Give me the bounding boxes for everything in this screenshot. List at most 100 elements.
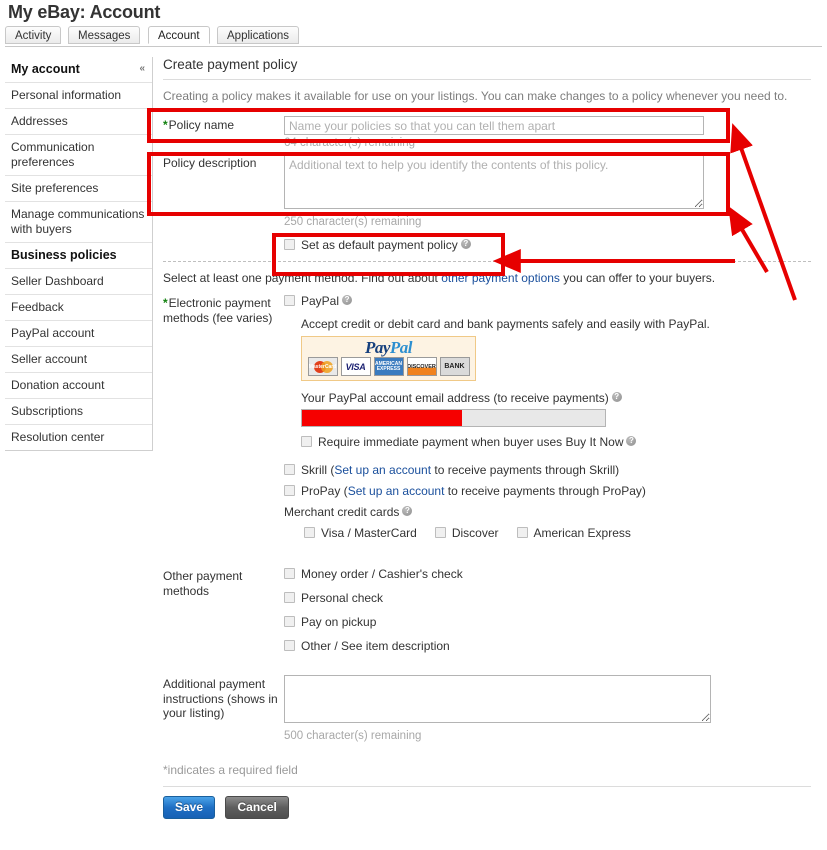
- sidebar-item-manage-communications[interactable]: Manage communications with buyers: [5, 202, 152, 243]
- other-payment-options-link[interactable]: other payment options: [441, 271, 560, 285]
- sidebar-item-seller-account[interactable]: Seller account: [5, 347, 152, 373]
- visa-mastercard-label: Visa / MasterCard: [321, 526, 417, 540]
- tab-strip: Activity Messages Account Applications: [5, 26, 822, 47]
- skrill-setup-link[interactable]: Set up an account: [334, 463, 431, 477]
- section-divider: [163, 261, 811, 262]
- skrill-suffix: to receive payments through Skrill): [431, 463, 620, 477]
- save-button[interactable]: Save: [163, 796, 216, 819]
- required-field-note: *indicates a required field: [163, 763, 298, 777]
- paypal-label: PayPal: [301, 294, 340, 308]
- immediate-payment-checkbox-line[interactable]: Require immediate payment when buyer use…: [301, 435, 811, 449]
- set-default-label: Set as default payment policy: [301, 238, 458, 252]
- intro-text: Creating a policy makes it available for…: [163, 89, 788, 103]
- payment-intro-after: you can offer to your buyers.: [559, 271, 716, 285]
- set-default-checkbox[interactable]: [284, 239, 295, 250]
- personal-check-checkbox[interactable]: [284, 592, 295, 603]
- sidebar-heading-label: My account: [11, 62, 80, 76]
- paypal-email-label: Your PayPal account email address (to re…: [301, 391, 609, 405]
- propay-suffix: to receive payments through ProPay): [444, 484, 646, 498]
- sidebar-item-seller-dashboard[interactable]: Seller Dashboard: [5, 269, 152, 295]
- money-order-checkbox[interactable]: [284, 568, 295, 579]
- help-icon-immediate-payment[interactable]: ?: [626, 436, 637, 446]
- propay-checkbox[interactable]: [284, 485, 295, 496]
- sidebar-item-paypal-account[interactable]: PayPal account: [5, 321, 152, 347]
- sidebar-item-subscriptions[interactable]: Subscriptions: [5, 399, 152, 425]
- help-icon-paypal-email[interactable]: ?: [611, 392, 622, 402]
- discover-label: Discover: [451, 526, 499, 540]
- pay-on-pickup-checkbox-line[interactable]: Pay on pickup: [284, 615, 811, 629]
- cancel-button[interactable]: Cancel: [225, 796, 289, 819]
- policy-description-counter: 250 character(s) remaining: [284, 216, 422, 228]
- help-icon-paypal[interactable]: ?: [342, 295, 353, 305]
- policy-name-row: *Policy name 64 character(s) remaining: [163, 116, 811, 149]
- discover-icon: DISCOVER: [406, 357, 437, 376]
- pay-on-pickup-label: Pay on pickup: [301, 615, 377, 629]
- other-see-description-checkbox[interactable]: [284, 640, 295, 651]
- propay-setup-link[interactable]: Set up an account: [348, 484, 445, 498]
- paypal-checkbox[interactable]: [284, 295, 295, 306]
- form-actions: Save Cancel: [163, 796, 811, 819]
- tab-activity[interactable]: Activity: [5, 26, 62, 44]
- policy-name-label-text: Policy name: [168, 118, 235, 132]
- electronic-payment-label-text: Electronic payment methods (fee varies): [163, 296, 273, 325]
- instructions-textarea[interactable]: [284, 675, 711, 723]
- merchant-cards-options: Visa / MasterCard Discover American Expr…: [304, 526, 811, 540]
- immediate-payment-label: Require immediate payment when buyer use…: [318, 435, 624, 449]
- paypal-email-label-line: Your PayPal account email address (to re…: [301, 391, 811, 405]
- propay-prefix: ProPay (: [301, 484, 348, 498]
- american-express-label: American Express: [533, 526, 631, 540]
- policy-name-input[interactable]: [284, 116, 704, 135]
- bank-icon: BANK: [439, 357, 470, 376]
- instructions-counter: 500 character(s) remaining: [284, 730, 422, 742]
- discover-checkbox-line[interactable]: Discover: [434, 526, 499, 540]
- other-payment-label: Other payment methods: [163, 569, 243, 598]
- sidebar-item-feedback[interactable]: Feedback: [5, 295, 152, 321]
- policy-description-label: Policy description: [163, 156, 257, 170]
- tab-account[interactable]: Account: [148, 26, 210, 44]
- skrill-checkbox[interactable]: [284, 464, 295, 475]
- visa-icon: VISA: [340, 357, 371, 376]
- american-express-checkbox[interactable]: [516, 527, 528, 538]
- tab-applications[interactable]: Applications: [217, 26, 300, 44]
- discover-checkbox[interactable]: [434, 527, 446, 538]
- sidebar-heading: My account «: [5, 57, 152, 83]
- sidebar-item-addresses[interactable]: Addresses: [5, 109, 152, 135]
- help-icon-merchant-cards[interactable]: ?: [402, 506, 413, 516]
- footer-divider: [163, 786, 811, 787]
- policy-description-textarea[interactable]: [284, 154, 704, 209]
- american-express-checkbox-line[interactable]: American Express: [516, 526, 631, 540]
- instructions-label: Additional payment instructions (shows i…: [163, 677, 278, 720]
- sidebar-section-business-policies: Business policies: [5, 243, 152, 269]
- tab-messages[interactable]: Messages: [68, 26, 141, 44]
- content-title: Create payment policy: [163, 57, 811, 80]
- other-see-description-checkbox-line[interactable]: Other / See item description: [284, 639, 811, 653]
- sidebar-item-personal-information[interactable]: Personal information: [5, 83, 152, 109]
- redaction-bar: [302, 410, 462, 426]
- personal-check-checkbox-line[interactable]: Personal check: [284, 591, 811, 605]
- paypal-logo-block: PayPal MasterCard VISA AMERICAN EXPRESS …: [301, 336, 476, 381]
- policy-name-label: *Policy name: [163, 116, 284, 133]
- pay-on-pickup-checkbox[interactable]: [284, 616, 295, 627]
- help-icon-set-default[interactable]: ?: [460, 239, 471, 249]
- merchant-cards-label-line: Merchant credit cards?: [284, 505, 811, 519]
- electronic-payment-row: *Electronic payment methods (fee varies)…: [163, 294, 811, 540]
- visa-mastercard-checkbox-line[interactable]: Visa / MasterCard: [304, 526, 417, 540]
- skrill-prefix: Skrill (: [301, 463, 335, 477]
- sidebar-item-resolution-center[interactable]: Resolution center: [5, 425, 152, 450]
- money-order-checkbox-line[interactable]: Money order / Cashier's check: [284, 567, 811, 581]
- merchant-cards-label: Merchant credit cards: [284, 505, 400, 519]
- immediate-payment-checkbox[interactable]: [301, 436, 312, 447]
- visa-mastercard-checkbox[interactable]: [304, 527, 315, 538]
- page-title: My eBay: Account: [8, 2, 161, 22]
- skrill-checkbox-line[interactable]: Skrill (Set up an account to receive pay…: [284, 463, 811, 477]
- collapse-icon[interactable]: «: [139, 63, 145, 74]
- sidebar-item-communication-preferences[interactable]: Communication preferences: [5, 135, 152, 176]
- set-default-checkbox-line[interactable]: Set as default payment policy?: [284, 238, 471, 252]
- set-default-row: Set as default payment policy?: [163, 238, 811, 252]
- sidebar-item-donation-account[interactable]: Donation account: [5, 373, 152, 399]
- money-order-label: Money order / Cashier's check: [301, 567, 463, 581]
- propay-checkbox-line[interactable]: ProPay (Set up an account to receive pay…: [284, 484, 811, 498]
- sidebar-item-site-preferences[interactable]: Site preferences: [5, 176, 152, 202]
- paypal-checkbox-line[interactable]: PayPal?: [284, 294, 811, 308]
- paypal-email-input[interactable]: [301, 409, 606, 427]
